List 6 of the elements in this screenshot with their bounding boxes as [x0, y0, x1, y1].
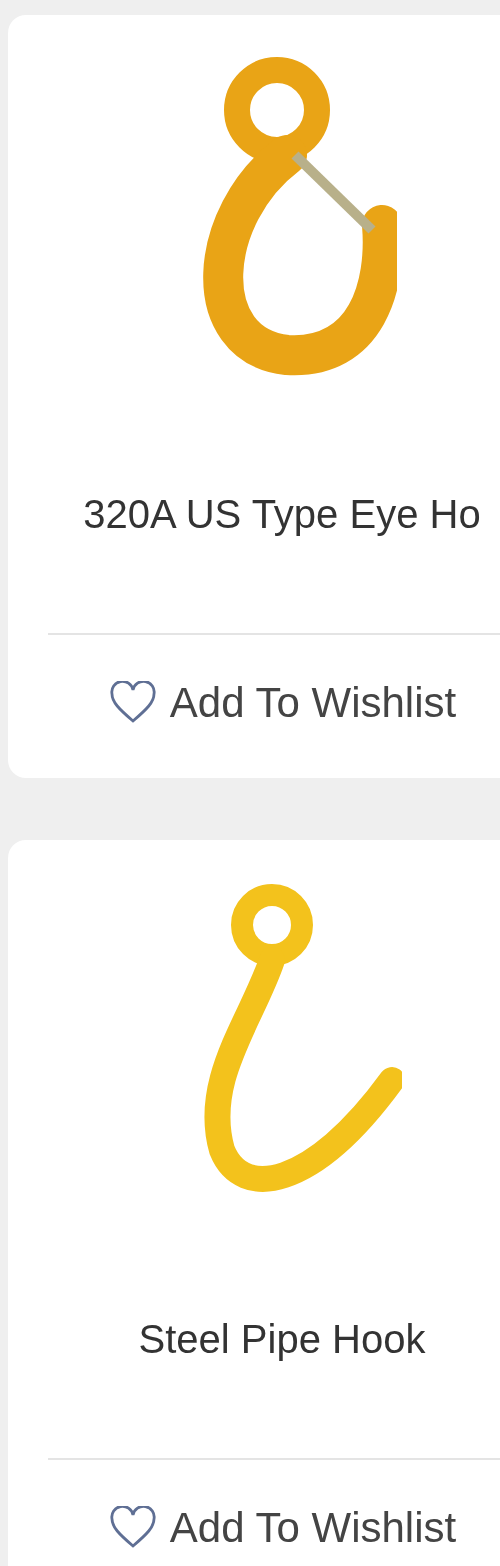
heart-icon — [107, 1506, 158, 1550]
product-title[interactable]: Steel Pipe Hook — [138, 1220, 426, 1458]
product-title[interactable]: 320A US Type Eye Ho — [83, 395, 481, 633]
add-to-wishlist-button[interactable]: Add To Wishlist — [107, 1504, 457, 1552]
heart-icon — [107, 681, 158, 725]
add-to-wishlist-button[interactable]: Add To Wishlist — [107, 679, 457, 727]
